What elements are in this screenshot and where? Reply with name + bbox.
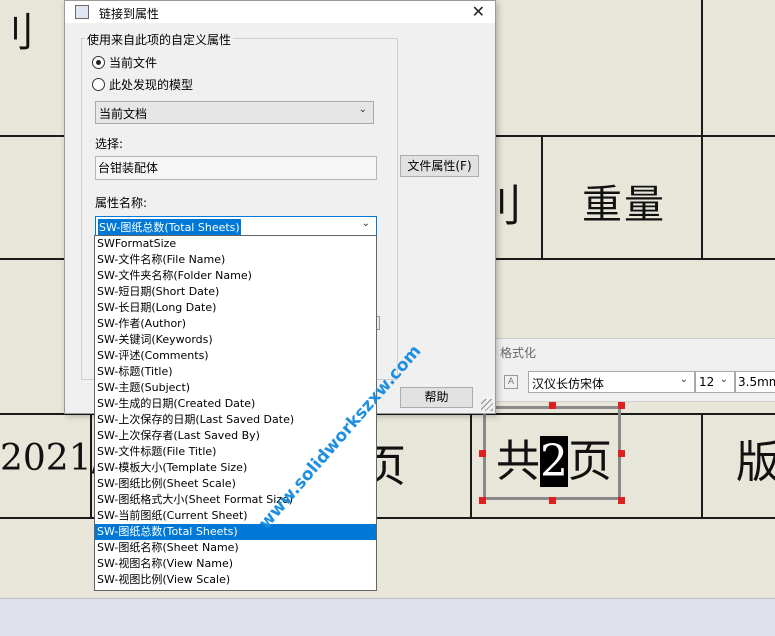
property-list-item[interactable]: SWFormatSize bbox=[95, 236, 376, 252]
dialog-title: 链接到属性 bbox=[99, 7, 160, 21]
chevron-down-icon: ⌄ bbox=[679, 374, 688, 385]
file-properties-button[interactable]: 文件属性(F) bbox=[400, 155, 479, 177]
size-combo[interactable]: 12 ⌄ bbox=[695, 371, 735, 393]
property-list-item[interactable]: SW-当前图纸(Current Sheet) bbox=[95, 508, 376, 524]
property-list-item[interactable]: SW-图纸格式大小(Sheet Format Size) bbox=[95, 492, 376, 508]
resize-handle[interactable] bbox=[479, 450, 486, 457]
chevron-down-icon: ⌄ bbox=[358, 104, 367, 115]
property-list-item[interactable]: SW-上次保存的日期(Last Saved Date) bbox=[95, 412, 376, 428]
resize-handle[interactable] bbox=[618, 497, 625, 504]
note-suffix: 页 bbox=[568, 436, 612, 487]
chevron-down-icon: ⌄ bbox=[719, 374, 728, 385]
property-list-item[interactable]: SW-图纸总数(Total Sheets) bbox=[95, 524, 376, 540]
property-list-item[interactable]: SW-长日期(Long Date) bbox=[95, 300, 376, 316]
resize-handle[interactable] bbox=[618, 402, 625, 409]
format-panel: 格式化 A 汉仪长仿宋体 ⌄ 12 ⌄ 3.5mm bbox=[491, 338, 775, 402]
weight-label: 重量 bbox=[582, 182, 666, 228]
resize-grip-icon[interactable] bbox=[481, 399, 493, 411]
property-list-item[interactable]: SW-关键词(Keywords) bbox=[95, 332, 376, 348]
property-list-item[interactable]: SW-文件夹名称(Folder Name) bbox=[95, 268, 376, 284]
property-list-item[interactable]: SW-标题(Title) bbox=[95, 364, 376, 380]
property-name-label: 属性名称: bbox=[95, 196, 148, 210]
resize-handle[interactable] bbox=[549, 497, 556, 504]
property-list-item[interactable]: SW-模板大小(Template Size) bbox=[95, 460, 376, 476]
source-combo[interactable]: 当前文档 ⌄ bbox=[95, 101, 374, 124]
help-button[interactable]: 帮助 bbox=[400, 387, 473, 408]
property-list-item[interactable]: SW-评述(Comments) bbox=[95, 348, 376, 364]
font-icon[interactable]: A bbox=[504, 375, 518, 389]
chevron-down-icon: ⌄ bbox=[361, 218, 370, 229]
font-combo[interactable]: 汉仪长仿宋体 ⌄ bbox=[528, 371, 695, 393]
radio-model-found[interactable] bbox=[92, 78, 105, 91]
format-panel-title: 格式化 bbox=[500, 346, 537, 360]
property-list-item[interactable]: SW-文件名称(File Name) bbox=[95, 252, 376, 268]
property-list-item[interactable]: SW-视图名称(View Name) bbox=[95, 556, 376, 572]
note-highlight: 2 bbox=[540, 436, 568, 487]
version-char: 版 bbox=[736, 437, 775, 488]
radio-current-file-label[interactable]: 当前文件 bbox=[109, 54, 157, 71]
resize-handle[interactable] bbox=[618, 450, 625, 457]
group-label: 使用来自此项的自定义属性 bbox=[85, 31, 234, 48]
property-combo[interactable]: SW-图纸总数(Total Sheets) ⌄ bbox=[95, 216, 377, 237]
property-dropdown-list[interactable]: SWFormatSize SW-文件名称(File Name) SW-文件夹名称(F… bbox=[94, 235, 377, 591]
property-list-item[interactable]: SW-主题(Subject) bbox=[95, 380, 376, 396]
radio-model-found-label[interactable]: 此处发现的模型 bbox=[109, 76, 193, 93]
height-field[interactable]: 3.5mm bbox=[735, 371, 775, 393]
dialog-titlebar[interactable]: 链接到属性 ✕ bbox=[65, 1, 495, 23]
property-list-item[interactable]: SW-图纸名称(Sheet Name) bbox=[95, 540, 376, 556]
year-text: 2021/ bbox=[0, 438, 104, 479]
resize-handle[interactable] bbox=[549, 402, 556, 409]
app-icon bbox=[75, 5, 89, 19]
property-list-item[interactable]: SW-视图比例(View Scale) bbox=[95, 572, 376, 588]
selection-field[interactable]: 台钳装配体 bbox=[95, 156, 377, 180]
partial-glyph-top: 刂 bbox=[0, 10, 34, 56]
close-icon[interactable]: ✕ bbox=[472, 2, 485, 21]
property-list-item[interactable]: SW-生成的日期(Created Date) bbox=[95, 396, 376, 412]
property-list-item[interactable]: SW-短日期(Short Date) bbox=[95, 284, 376, 300]
resize-handle[interactable] bbox=[479, 497, 486, 504]
property-list-item[interactable]: SW-图纸比例(Sheet Scale) bbox=[95, 476, 376, 492]
page-count-note[interactable]: 共2页 bbox=[483, 406, 621, 500]
radio-current-file[interactable] bbox=[92, 56, 105, 69]
property-list-item[interactable]: SW-作者(Author) bbox=[95, 316, 376, 332]
selection-label: 选择: bbox=[95, 137, 124, 151]
note-prefix: 共 bbox=[496, 436, 540, 487]
bottom-strip bbox=[0, 598, 775, 636]
